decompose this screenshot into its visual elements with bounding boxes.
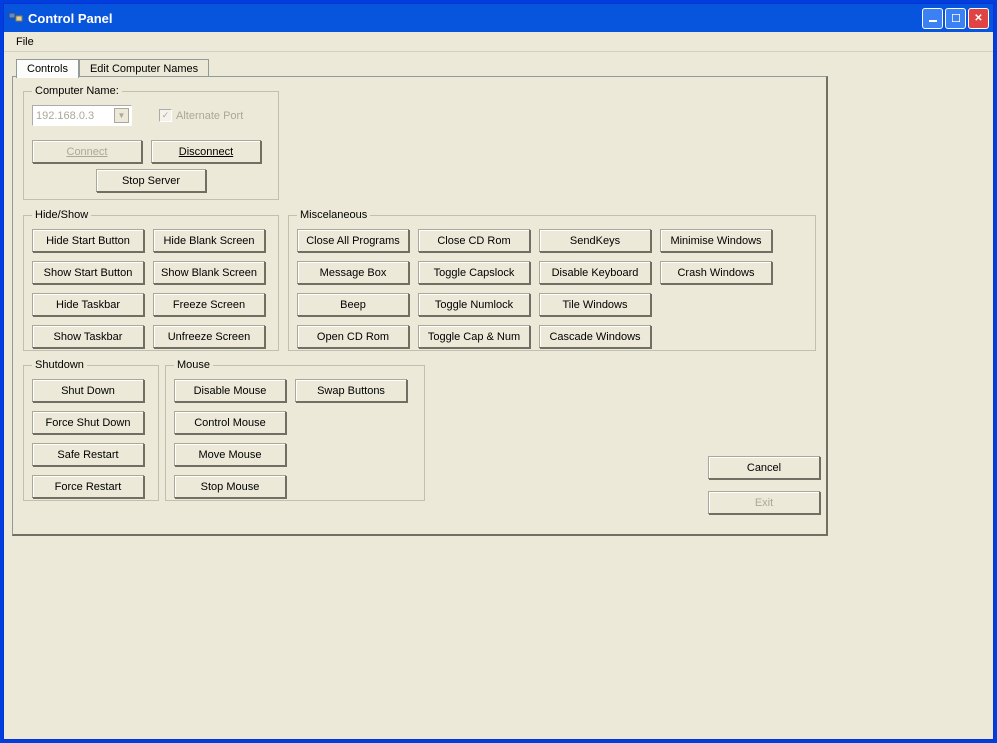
legend-mouse: Mouse (174, 359, 213, 371)
toggle-cap-num-button[interactable]: Toggle Cap & Num (418, 325, 530, 348)
window-title: Control Panel (28, 11, 113, 26)
legend-computer-name: Computer Name: (32, 85, 122, 97)
disable-mouse-button[interactable]: Disable Mouse (174, 379, 286, 402)
app-icon (8, 10, 24, 26)
hide-start-button[interactable]: Hide Start Button (32, 229, 144, 252)
close-all-programs-button[interactable]: Close All Programs (297, 229, 409, 252)
cascade-windows-button[interactable]: Cascade Windows (539, 325, 651, 348)
hide-taskbar-button[interactable]: Hide Taskbar (32, 293, 144, 316)
control-mouse-button[interactable]: Control Mouse (174, 411, 286, 434)
sendkeys-button[interactable]: SendKeys (539, 229, 651, 252)
exit-button[interactable]: Exit (708, 491, 820, 514)
tab-panel-controls: Computer Name: 192.168.0.3 ▼ ✓ Alternate… (12, 76, 828, 536)
disable-keyboard-button[interactable]: Disable Keyboard (539, 261, 651, 284)
legend-shutdown: Shutdown (32, 359, 87, 371)
force-restart-button[interactable]: Force Restart (32, 475, 144, 498)
titlebar: Control Panel ✕ (4, 4, 993, 32)
beep-button[interactable]: Beep (297, 293, 409, 316)
menu-file[interactable]: File (10, 34, 40, 50)
legend-hide-show: Hide/Show (32, 209, 91, 221)
legend-miscellaneous: Miscelaneous (297, 209, 370, 221)
group-miscellaneous: Miscelaneous Close All Programs Message … (288, 209, 816, 351)
toggle-capslock-button[interactable]: Toggle Capslock (418, 261, 530, 284)
tab-strip: Controls Edit Computer Names (16, 58, 985, 77)
shut-down-button[interactable]: Shut Down (32, 379, 144, 402)
message-box-button[interactable]: Message Box (297, 261, 409, 284)
toggle-numlock-button[interactable]: Toggle Numlock (418, 293, 530, 316)
freeze-screen-button[interactable]: Freeze Screen (153, 293, 265, 316)
chevron-down-icon: ▼ (114, 108, 129, 123)
hide-blank-screen-button[interactable]: Hide Blank Screen (153, 229, 265, 252)
swap-buttons-button[interactable]: Swap Buttons (295, 379, 407, 402)
close-button[interactable]: ✕ (968, 8, 989, 29)
client-area: Controls Edit Computer Names Computer Na… (4, 52, 993, 739)
group-mouse: Mouse Disable Mouse Control Mouse Move M… (165, 359, 425, 501)
show-taskbar-button[interactable]: Show Taskbar (32, 325, 144, 348)
group-shutdown: Shutdown Shut Down Force Shut Down Safe … (23, 359, 159, 501)
computer-name-combo[interactable]: 192.168.0.3 ▼ (32, 105, 132, 126)
move-mouse-button[interactable]: Move Mouse (174, 443, 286, 466)
stop-mouse-button[interactable]: Stop Mouse (174, 475, 286, 498)
force-shut-down-button[interactable]: Force Shut Down (32, 411, 144, 434)
minimise-windows-button[interactable]: Minimise Windows (660, 229, 772, 252)
cancel-button[interactable]: Cancel (708, 456, 820, 479)
group-hide-show: Hide/Show Hide Start Button Show Start B… (23, 209, 279, 351)
tile-windows-button[interactable]: Tile Windows (539, 293, 651, 316)
menubar: File (4, 32, 993, 52)
alternate-port-label: Alternate Port (176, 110, 243, 122)
group-computer-name: Computer Name: 192.168.0.3 ▼ ✓ Alternate… (23, 85, 279, 200)
safe-restart-button[interactable]: Safe Restart (32, 443, 144, 466)
close-cd-rom-button[interactable]: Close CD Rom (418, 229, 530, 252)
stop-server-button[interactable]: Stop Server (96, 169, 206, 192)
app-window: Control Panel ✕ File Controls Edit Compu… (3, 3, 994, 740)
open-cd-rom-button[interactable]: Open CD Rom (297, 325, 409, 348)
crash-windows-button[interactable]: Crash Windows (660, 261, 772, 284)
disconnect-button[interactable]: Disconnect (151, 140, 261, 163)
minimize-button[interactable] (922, 8, 943, 29)
maximize-button[interactable] (945, 8, 966, 29)
connect-button[interactable]: Connect (32, 140, 142, 163)
computer-name-value: 192.168.0.3 (36, 110, 94, 122)
unfreeze-screen-button[interactable]: Unfreeze Screen (153, 325, 265, 348)
tab-controls[interactable]: Controls (16, 59, 79, 78)
alternate-port-checkbox[interactable]: ✓ Alternate Port (159, 109, 243, 122)
check-icon: ✓ (159, 109, 172, 122)
show-start-button[interactable]: Show Start Button (32, 261, 144, 284)
show-blank-screen-button[interactable]: Show Blank Screen (153, 261, 265, 284)
